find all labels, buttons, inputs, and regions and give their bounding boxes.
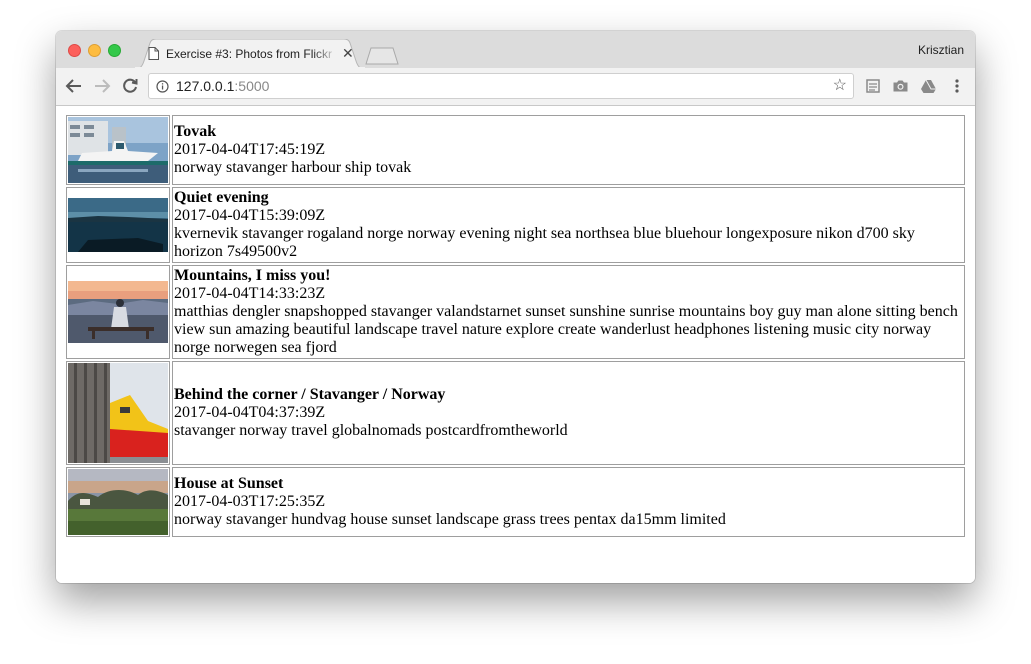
extension-reader-icon[interactable] xyxy=(865,78,881,99)
info-icon[interactable] xyxy=(156,80,169,98)
url-host: 127.0.0.1 xyxy=(176,78,235,94)
camera-icon[interactable] xyxy=(892,78,909,99)
photo-info: Mountains, I miss you! 2017-04-04T14:33:… xyxy=(172,265,965,359)
photo-tags: matthias dengler snapshopped stavanger v… xyxy=(174,303,958,356)
title-bar: Exercise #3: Photos from Flickr ✕ Kriszt… xyxy=(56,31,975,70)
profile-name[interactable]: Krisztian xyxy=(918,43,964,57)
close-window-button[interactable] xyxy=(68,44,81,57)
browser-window: Exercise #3: Photos from Flickr ✕ Kriszt… xyxy=(56,31,975,583)
photo-tags: norway stavanger harbour ship tovak xyxy=(174,159,412,176)
photo-date: 2017-04-04T15:39:09Z xyxy=(174,207,326,224)
photo-date: 2017-04-04T17:45:19Z xyxy=(174,141,326,158)
photo-thumbnail xyxy=(66,187,170,263)
photo-thumbnail xyxy=(66,265,170,359)
photo-info: Tovak 2017-04-04T17:45:19Z norway stavan… xyxy=(172,115,965,185)
url-port: :5000 xyxy=(234,78,270,94)
bookmark-star-icon[interactable]: ☆ xyxy=(833,77,847,95)
new-tab-button[interactable] xyxy=(365,47,399,70)
photo-title: Behind the corner / Stavanger / Norway xyxy=(174,386,446,403)
table-row: House at Sunset 2017-04-03T17:25:35Z nor… xyxy=(66,467,965,537)
forward-icon[interactable] xyxy=(93,77,111,100)
photo-date: 2017-04-04T14:33:23Z xyxy=(174,285,326,302)
photo-info: Behind the corner / Stavanger / Norway 2… xyxy=(172,361,965,465)
photo-info: Quiet evening 2017-04-04T15:39:09Z kvern… xyxy=(172,187,965,263)
url-text[interactable]: 127.0.0.1:5000 xyxy=(176,78,269,94)
photo-date: 2017-04-04T04:37:39Z xyxy=(174,404,326,421)
menu-icon[interactable] xyxy=(955,79,959,98)
tab-close-icon[interactable]: ✕ xyxy=(342,45,354,61)
minimize-window-button[interactable] xyxy=(88,44,101,57)
drive-icon[interactable] xyxy=(920,78,937,99)
photo-title: Tovak xyxy=(174,123,217,140)
page-icon xyxy=(148,47,159,65)
photo-date: 2017-04-03T17:25:35Z xyxy=(174,493,326,510)
tab-title: Exercise #3: Photos from Flickr xyxy=(166,47,333,61)
table-row: Behind the corner / Stavanger / Norway 2… xyxy=(66,361,965,465)
photo-thumbnail xyxy=(66,467,170,537)
zoom-window-button[interactable] xyxy=(108,44,121,57)
photo-tags: norway stavanger hundvag house sunset la… xyxy=(174,511,726,528)
photo-title: Quiet evening xyxy=(174,189,269,206)
table-row: Mountains, I miss you! 2017-04-04T14:33:… xyxy=(66,265,965,359)
back-icon[interactable] xyxy=(65,77,83,100)
photo-title: Mountains, I miss you! xyxy=(174,267,331,284)
photo-thumbnail xyxy=(66,361,170,465)
reload-icon[interactable] xyxy=(121,77,139,100)
toolbar: 127.0.0.1:5000 ☆ xyxy=(56,68,975,106)
photo-info: House at Sunset 2017-04-03T17:25:35Z nor… xyxy=(172,467,965,537)
photos-table: Tovak 2017-04-04T17:45:19Z norway stavan… xyxy=(64,113,967,539)
tab-active[interactable]: Exercise #3: Photos from Flickr ✕ xyxy=(134,39,366,69)
page-content: Tovak 2017-04-04T17:45:19Z norway stavan… xyxy=(56,106,975,583)
photo-tags: stavanger norway travel globalnomads pos… xyxy=(174,422,568,439)
photo-thumbnail xyxy=(66,115,170,185)
table-row: Tovak 2017-04-04T17:45:19Z norway stavan… xyxy=(66,115,965,185)
address-bar[interactable]: 127.0.0.1:5000 ☆ xyxy=(148,73,854,99)
photo-title: House at Sunset xyxy=(174,475,284,492)
table-row: Quiet evening 2017-04-04T15:39:09Z kvern… xyxy=(66,187,965,263)
photo-tags: kvernevik stavanger rogaland norge norwa… xyxy=(174,225,915,260)
